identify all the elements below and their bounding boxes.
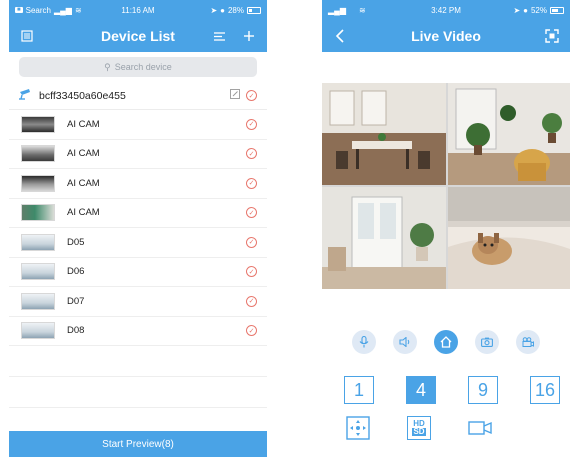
device-check-icon[interactable]: ✓ (246, 207, 257, 219)
device-check-icon[interactable]: ✓ (246, 118, 257, 130)
device-thumbnail (21, 322, 55, 340)
speaker-icon[interactable] (393, 330, 418, 354)
record-icon[interactable] (515, 330, 540, 354)
device-row[interactable]: D06 ✓ (9, 258, 267, 287)
video-feed[interactable] (322, 83, 446, 185)
device-check-icon[interactable]: ✓ (246, 266, 257, 278)
device-thumbnail (21, 233, 55, 251)
clock: 3:42 PM (431, 5, 461, 15)
split-1-button[interactable]: 1 (344, 376, 374, 404)
device-row[interactable]: AI CAM ✓ (9, 199, 267, 228)
battery-icon (247, 6, 261, 14)
menu-icon[interactable] (17, 26, 37, 46)
search-input[interactable]: ⚲ Search device (19, 57, 257, 77)
device-name: D08 (67, 325, 85, 337)
video-feed[interactable] (448, 83, 570, 185)
device-check-icon[interactable]: ✓ (246, 236, 257, 248)
device-check-icon[interactable]: ✓ (246, 177, 257, 189)
search-placeholder: Search device (114, 62, 172, 72)
search-icon: ⚲ (104, 61, 111, 72)
split-selector: 1 4 9 16 (344, 376, 560, 404)
device-thumbnail (21, 145, 55, 163)
home-icon[interactable] (433, 330, 458, 354)
page-title: Live Video (411, 28, 481, 44)
device-thumbnail (21, 174, 55, 192)
video-feed[interactable] (322, 187, 446, 289)
start-preview-button[interactable]: Start Preview(8) (9, 431, 267, 457)
clock: 11:16 AM (121, 5, 155, 15)
filter-icon[interactable] (209, 26, 229, 46)
device-name: AI CAM (67, 207, 100, 219)
hd-sd-toggle[interactable]: HD SD (405, 415, 433, 441)
device-name: D05 (67, 236, 85, 248)
device-row[interactable]: D07 ✓ (9, 287, 267, 317)
live-video-screen: ▂▄▆ ≋ 3:42 PM ➤ ● 52% Live Video 1 4 9 1… (322, 0, 570, 457)
nav-bar: Device List (9, 20, 267, 52)
search-bar: ⚲ Search device (9, 52, 267, 82)
video-record-icon[interactable] (466, 415, 494, 441)
device-name: AI CAM (67, 118, 100, 130)
device-thumbnail (21, 204, 55, 222)
camera-group-icon (19, 88, 33, 103)
device-name: D07 (67, 295, 85, 307)
list-separator (9, 346, 267, 377)
nav-bar: Live Video (322, 20, 570, 52)
device-row[interactable]: D05 ✓ (9, 228, 267, 258)
device-thumbnail (21, 115, 55, 133)
status-bar: ■ Search ▂▄▆ ≋ 11:16 AM ➤ ● 28% (9, 0, 267, 20)
status-bar: ▂▄▆ ≋ 3:42 PM ➤ ● 52% (322, 0, 570, 20)
device-group-header[interactable]: bcff33450a60e455 ✓ (9, 82, 267, 110)
device-name: AI CAM (67, 148, 100, 160)
device-row[interactable]: AI CAM ✓ (9, 140, 267, 169)
split-9-button[interactable]: 9 (468, 376, 498, 404)
battery-icon (550, 6, 564, 14)
device-thumbnail (21, 292, 55, 310)
fullscreen-icon[interactable] (542, 26, 562, 46)
ptz-control-icon[interactable] (344, 415, 372, 441)
back-icon[interactable] (330, 26, 350, 46)
microphone-icon[interactable] (352, 330, 377, 354)
add-device-icon[interactable] (239, 26, 259, 46)
device-name: AI CAM (67, 177, 100, 189)
device-check-icon[interactable]: ✓ (246, 295, 257, 307)
device-list: AI CAM ✓ AI CAM ✓ AI CAM ✓ AI CAM ✓ D05 … (9, 110, 267, 408)
snapshot-icon[interactable] (474, 330, 499, 354)
video-feed[interactable] (448, 187, 570, 289)
split-4-button[interactable]: 4 (406, 376, 436, 404)
split-16-button[interactable]: 16 (530, 376, 560, 404)
group-check-icon[interactable]: ✓ (246, 90, 257, 101)
device-row[interactable]: D08 ✓ (9, 317, 267, 346)
device-thumbnail (21, 263, 55, 281)
video-grid (322, 83, 570, 289)
device-check-icon[interactable]: ✓ (246, 325, 257, 337)
device-row[interactable]: AI CAM ✓ (9, 110, 267, 140)
device-list-screen: ■ Search ▂▄▆ ≋ 11:16 AM ➤ ● 28% Device L… (9, 0, 267, 457)
group-name: bcff33450a60e455 (39, 89, 126, 102)
device-check-icon[interactable]: ✓ (246, 148, 257, 160)
sd-label: SD (412, 427, 426, 436)
tool-bar: HD SD (344, 415, 494, 441)
edit-icon[interactable] (230, 89, 240, 102)
device-row[interactable]: AI CAM ✓ (9, 169, 267, 199)
device-name: D06 (67, 266, 85, 278)
list-separator (9, 377, 267, 408)
control-bar (322, 330, 570, 354)
